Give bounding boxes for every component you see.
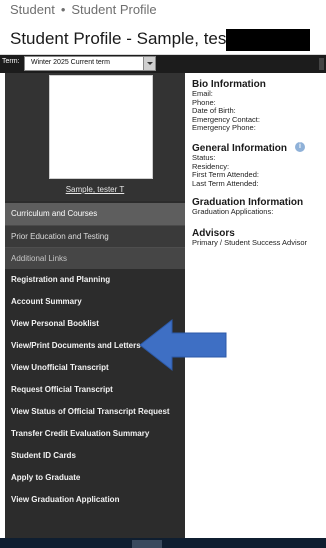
advisors-section: Advisors Primary / Student Success Advis… xyxy=(192,228,326,248)
term-bar: Term: Winter 2025 Current term xyxy=(0,55,326,73)
bio-field-emergency-phone: Emergency Phone: xyxy=(192,123,256,132)
sidebar-item-account-summary[interactable]: Account Summary xyxy=(5,291,185,313)
general-section: General Information i Status: Residency:… xyxy=(192,142,326,188)
breadcrumb-item-student[interactable]: Student xyxy=(10,2,55,17)
sidebar-item-registration[interactable]: Registration and Planning xyxy=(5,269,185,291)
taskbar-tab[interactable] xyxy=(132,540,162,548)
advisors-field-primary: Primary / Student Success Advisor xyxy=(192,238,308,247)
student-name-link[interactable]: Sample, tester T xyxy=(5,185,185,194)
sidebar-item-apply-graduate[interactable]: Apply to Graduate xyxy=(5,467,185,489)
sidebar-item-request-transcript[interactable]: Request Official Transcript xyxy=(5,379,185,401)
sidebar-item-graduation-application[interactable]: View Graduation Application xyxy=(5,489,185,511)
info-icon[interactable]: i xyxy=(295,142,305,152)
arrow-left-icon xyxy=(139,318,227,372)
breadcrumb-separator: • xyxy=(60,2,66,17)
graduation-section: Graduation Information Graduation Applic… xyxy=(192,197,326,217)
sidebar-section-curriculum[interactable]: Curriculum and Courses xyxy=(5,203,185,225)
page-title: Student Profile - Sample, tester T xyxy=(10,29,262,48)
panel-handle[interactable] xyxy=(319,58,324,70)
sidebar-item-student-id[interactable]: Student ID Cards xyxy=(5,445,185,467)
breadcrumb: Student • Student Profile xyxy=(10,2,157,22)
term-select-value: Winter 2025 Current term xyxy=(31,59,110,66)
sidebar-item-transfer-credit[interactable]: Transfer Credit Evaluation Summary xyxy=(5,423,185,445)
sidebar: Sample, tester T Curriculum and Courses … xyxy=(5,73,185,548)
sidebar-section-prior-education[interactable]: Prior Education and Testing xyxy=(5,225,185,247)
profile-card: Sample, tester T xyxy=(5,73,185,201)
breadcrumb-item-student-profile[interactable]: Student Profile xyxy=(71,2,156,17)
term-label: Term: xyxy=(2,58,20,65)
taskbar-strip xyxy=(0,538,326,548)
sidebar-item-transcript-status[interactable]: View Status of Official Transcript Reque… xyxy=(5,401,185,423)
profile-photo xyxy=(49,75,153,179)
redaction-box xyxy=(226,29,310,51)
bio-section: Bio Information Email: Phone: Date of Bi… xyxy=(192,79,326,133)
term-select[interactable]: Winter 2025 Current term xyxy=(24,56,156,71)
graduation-field-applications: Graduation Applications: xyxy=(192,207,274,216)
main-content: Bio Information Email: Phone: Date of Bi… xyxy=(185,73,326,548)
sidebar-section-additional-links[interactable]: Additional Links xyxy=(5,247,185,269)
chevron-down-icon[interactable] xyxy=(143,57,155,70)
general-field-last-term: Last Term Attended: xyxy=(192,178,259,188)
